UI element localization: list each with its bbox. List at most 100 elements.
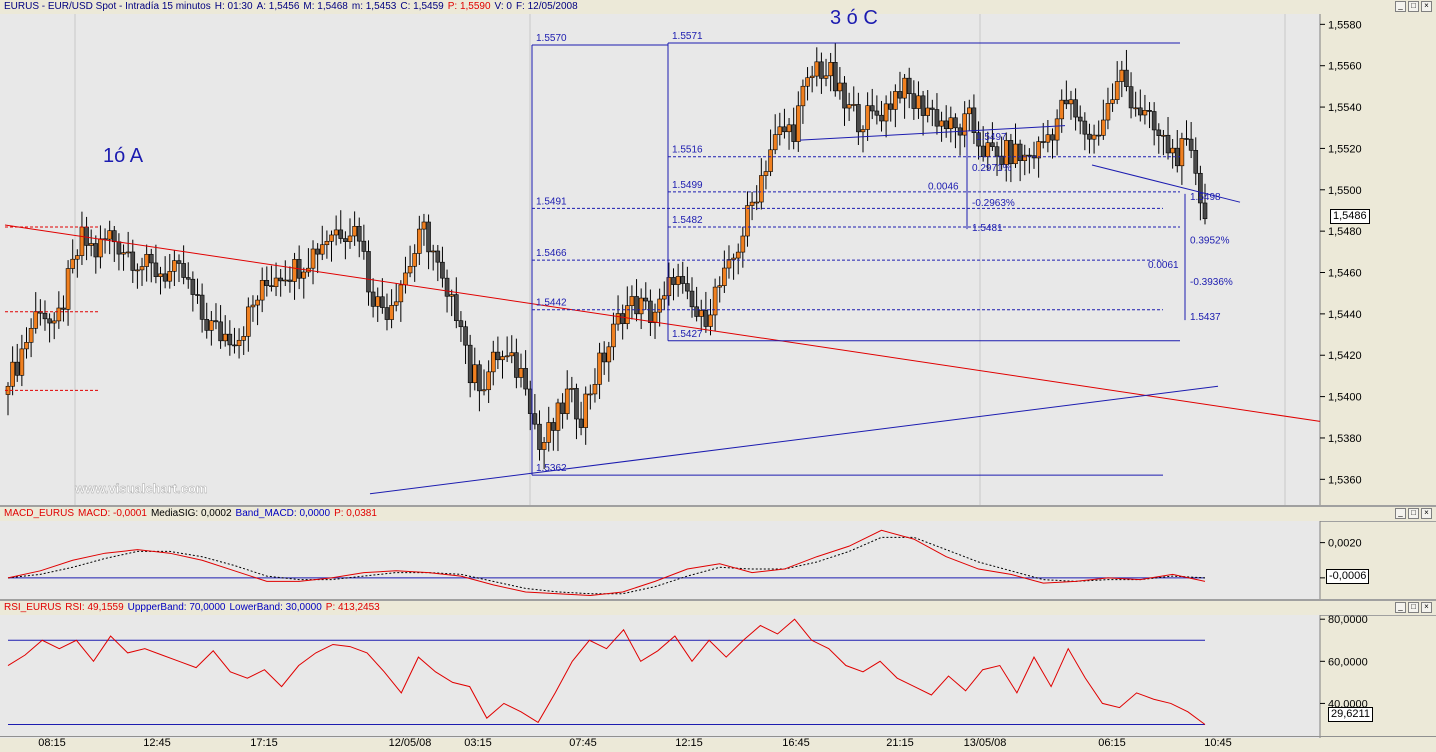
candle-body bbox=[310, 248, 316, 269]
candle-body bbox=[51, 320, 57, 324]
rsi-tick-label: 60,0000 bbox=[1328, 656, 1368, 668]
rsi-chart[interactable]: 80,000060,000040,0000 bbox=[0, 601, 1436, 738]
candle-body bbox=[393, 301, 399, 306]
candle-body bbox=[1170, 147, 1175, 154]
candle-body bbox=[352, 226, 357, 237]
macd-pane: MACD_EURUS MACD: -0,0001 MediaSIG: 0,0002 B… bbox=[0, 505, 1436, 601]
candle-body bbox=[555, 402, 561, 431]
wave-label-3: 3 ó C bbox=[830, 7, 878, 29]
time-label: 12:45 bbox=[143, 737, 171, 749]
candle-body bbox=[1054, 118, 1060, 141]
candle-body bbox=[167, 271, 173, 282]
candle-body bbox=[162, 273, 168, 282]
candle-body bbox=[648, 300, 653, 323]
candle-body bbox=[722, 267, 727, 286]
candle-body bbox=[190, 278, 196, 295]
candle-body bbox=[347, 235, 353, 242]
candle-body bbox=[14, 361, 20, 376]
candle-body bbox=[666, 277, 672, 297]
candle-body bbox=[264, 280, 270, 286]
candle-body bbox=[463, 326, 468, 346]
price-tick-label: 1,5460 bbox=[1328, 268, 1362, 280]
candle-body bbox=[583, 393, 589, 428]
rsi-background bbox=[0, 615, 1320, 738]
candle-body bbox=[218, 321, 223, 342]
candle-body bbox=[860, 129, 866, 133]
candle-body bbox=[407, 265, 413, 274]
candle-body bbox=[930, 107, 935, 110]
time-label: 16:45 bbox=[782, 737, 810, 749]
price-axis-background bbox=[1320, 14, 1436, 505]
candle-body bbox=[597, 352, 602, 385]
price-tick-label: 1,5480 bbox=[1328, 226, 1362, 238]
candle-body bbox=[763, 171, 769, 176]
candle-body bbox=[569, 388, 575, 390]
candle-body bbox=[449, 294, 454, 297]
candle-body bbox=[842, 82, 847, 109]
candle-body bbox=[403, 272, 408, 286]
candle-body bbox=[509, 352, 515, 357]
candle-body bbox=[458, 320, 464, 328]
candle-body bbox=[426, 221, 431, 253]
candle-body bbox=[1184, 138, 1189, 140]
candle-body bbox=[153, 262, 159, 277]
price-chart[interactable]: 1,5360 1,5380 1,5400 1,5420 1,5440 1,5460 1,54… bbox=[0, 0, 1436, 505]
candle-body bbox=[1101, 119, 1106, 136]
price-tick-label: 1,5440 bbox=[1328, 309, 1362, 321]
candle-body bbox=[19, 348, 25, 376]
candle-body bbox=[1064, 99, 1069, 105]
candle-body bbox=[232, 344, 237, 347]
candle-body bbox=[772, 134, 778, 151]
candle-body bbox=[888, 103, 894, 110]
candle-body bbox=[70, 258, 76, 269]
candle-body bbox=[93, 243, 99, 258]
candle-body bbox=[195, 294, 200, 296]
candle-body bbox=[430, 250, 436, 253]
measure-label: 1.5498 bbox=[1190, 192, 1221, 203]
candle-body bbox=[675, 276, 681, 285]
candle-body bbox=[791, 124, 796, 142]
candle-body bbox=[1202, 202, 1208, 220]
measure-label: 0.0061 bbox=[1148, 260, 1179, 271]
macd-chart[interactable]: 0,00200,0000 bbox=[0, 507, 1436, 601]
candle-body bbox=[800, 85, 806, 107]
candle-body bbox=[98, 238, 103, 258]
candle-body bbox=[398, 284, 404, 303]
candle-body bbox=[671, 277, 676, 285]
candle-body bbox=[902, 77, 907, 99]
candle-body bbox=[282, 279, 288, 282]
fib-left-label: 1.5570 bbox=[536, 33, 567, 44]
candle-body bbox=[88, 243, 94, 246]
candle-body bbox=[278, 277, 283, 282]
candle-body bbox=[1156, 129, 1162, 136]
candle-body bbox=[1017, 143, 1023, 161]
candle-body bbox=[523, 368, 528, 390]
candle-body bbox=[287, 279, 293, 282]
candle-body bbox=[241, 336, 247, 341]
candle-body bbox=[380, 296, 385, 308]
candle-body bbox=[611, 323, 616, 348]
candle-body bbox=[994, 146, 1000, 157]
candle-body bbox=[537, 423, 542, 450]
candle-body bbox=[925, 107, 931, 116]
candle-body bbox=[805, 77, 810, 87]
candle-body bbox=[139, 266, 145, 271]
candle-body bbox=[366, 251, 371, 293]
wave-label-1: 1ó A bbox=[103, 145, 144, 167]
candle-body bbox=[259, 280, 265, 301]
candle-body bbox=[819, 61, 824, 79]
candle-body bbox=[1059, 99, 1065, 120]
candle-body bbox=[490, 351, 496, 373]
candle-body bbox=[883, 103, 889, 122]
candle-body bbox=[1082, 120, 1088, 135]
time-label: 10:45 bbox=[1204, 737, 1232, 749]
candle-body bbox=[56, 307, 62, 322]
candle-body bbox=[749, 201, 755, 206]
candle-body bbox=[292, 259, 297, 282]
candle-body bbox=[893, 91, 898, 110]
candle-body bbox=[869, 105, 875, 112]
time-label: 12/05/08 bbox=[388, 737, 432, 749]
candle-body bbox=[148, 254, 154, 264]
candle-body bbox=[1091, 134, 1097, 140]
candle-body bbox=[990, 142, 995, 148]
